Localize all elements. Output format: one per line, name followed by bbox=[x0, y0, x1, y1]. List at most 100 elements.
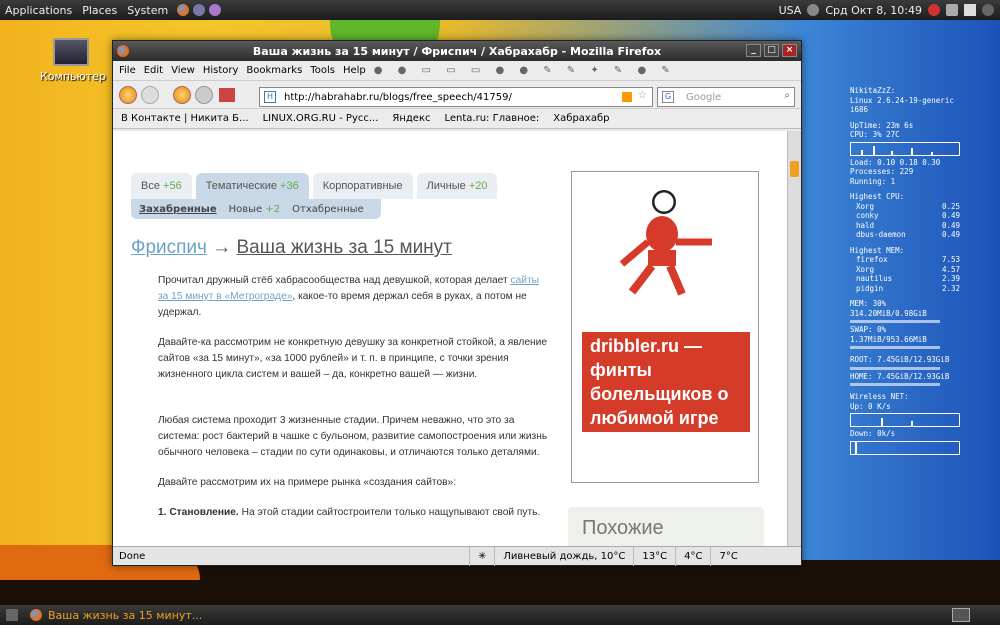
conky-up: Up: 0 K/s bbox=[850, 401, 891, 411]
conky-mem: MEM: 30% 314.20MiB/0.98GiB bbox=[850, 299, 927, 318]
window-titlebar[interactable]: Ваша жизнь за 15 минут / Фриспич / Хабра… bbox=[113, 41, 801, 61]
power-icon[interactable] bbox=[982, 4, 994, 16]
menu-file[interactable]: File bbox=[119, 65, 136, 76]
maximize-button[interactable]: □ bbox=[764, 44, 779, 57]
computer-desktop-icon[interactable]: Компьютер bbox=[40, 38, 106, 83]
weather-day-2[interactable]: 4°C bbox=[675, 546, 710, 566]
page-content: Все +56 Тематические +36 Корпоративные Л… bbox=[113, 131, 789, 548]
conky-host: NikitaZzZ: bbox=[850, 86, 896, 95]
tab-corporate[interactable]: Корпоративные bbox=[312, 173, 413, 199]
swap-bar bbox=[850, 346, 940, 349]
minimize-button[interactable]: _ bbox=[746, 44, 761, 57]
rss-icon[interactable] bbox=[622, 92, 632, 102]
bookmark-yandex[interactable]: Яндекс bbox=[392, 113, 430, 124]
post-title: Фриспич → Ваша жизнь за 15 минут bbox=[131, 237, 452, 259]
search-box[interactable]: G Google ⌕ bbox=[657, 87, 795, 107]
keyboard-layout[interactable]: USA bbox=[779, 4, 802, 17]
subtab-unhabred[interactable]: Отхабренные bbox=[292, 204, 364, 215]
cpu-proc-row: hald 0.49 bbox=[856, 220, 960, 230]
menu-tools[interactable]: Tools bbox=[310, 65, 335, 76]
subtabs: Захабренные Новые +2 Отхабренные bbox=[131, 199, 381, 219]
home-bar bbox=[850, 383, 940, 386]
bookmark-lenta[interactable]: Lenta.ru: Главное: bbox=[444, 113, 539, 124]
addon-toolbar-icons[interactable]: ● ● ▭ ▭ ▭ ● ● ✎ ✎ ✦ ✎ ● ✎ bbox=[374, 65, 676, 76]
workspace-switcher[interactable] bbox=[952, 608, 970, 622]
conky-kernel: Linux 2.6.24-19-generic bbox=[850, 95, 954, 105]
battery-icon[interactable] bbox=[946, 4, 958, 16]
mem-proc-row: pidgin 2.32 bbox=[856, 283, 960, 293]
site-icon: H bbox=[264, 91, 276, 103]
applications-menu[interactable]: Applications bbox=[0, 4, 77, 17]
launcher-icon[interactable] bbox=[193, 4, 206, 16]
clock[interactable]: Срд Окт 8, 10:49 bbox=[825, 4, 922, 17]
show-desktop-icon[interactable] bbox=[6, 609, 18, 621]
signal-icon[interactable] bbox=[964, 4, 976, 16]
mem-proc-row: nautilus 2.39 bbox=[856, 274, 960, 283]
conky-processes: Processes: 229 bbox=[850, 167, 914, 176]
blog-link[interactable]: Фриспич bbox=[131, 237, 207, 258]
search-placeholder: Google bbox=[686, 91, 722, 103]
menu-edit[interactable]: Edit bbox=[144, 65, 163, 76]
close-button[interactable]: × bbox=[782, 44, 797, 57]
menu-history[interactable]: History bbox=[203, 65, 239, 76]
reload-button[interactable] bbox=[173, 85, 191, 104]
tab-personal[interactable]: Личные +20 bbox=[416, 173, 498, 199]
weather-day-3[interactable]: 7°C bbox=[710, 546, 745, 566]
advertisement-banner[interactable]: dribbler.ru — финты болельщиков о любимо… bbox=[571, 171, 759, 483]
status-addon-icon[interactable]: ✳ bbox=[469, 546, 494, 566]
scrollbar-thumb[interactable] bbox=[790, 161, 799, 177]
menu-help[interactable]: Help bbox=[343, 65, 366, 76]
network-icon[interactable] bbox=[807, 4, 820, 16]
bottom-panel: Ваша жизнь за 15 минут... bbox=[0, 605, 1000, 625]
taskbar-item-label: Ваша жизнь за 15 минут... bbox=[48, 608, 203, 622]
paragraph-1: Прочитал дружный стёб хабрасообщества на… bbox=[158, 275, 539, 318]
mem-proc-row: firefox 7.53 bbox=[856, 255, 960, 264]
url-bar[interactable]: H http://habrahabr.ru/blogs/free_speech/… bbox=[259, 87, 653, 107]
places-menu[interactable]: Places bbox=[77, 4, 122, 17]
search-icon[interactable]: ⌕ bbox=[784, 90, 790, 101]
weather-now[interactable]: Ливневый дождь, 10°C bbox=[494, 546, 633, 566]
menu-bookmarks[interactable]: Bookmarks bbox=[246, 65, 302, 76]
subtab-new[interactable]: Новые +2 bbox=[229, 204, 281, 215]
paragraph-2: Давайте-ка рассмотрим не конкретную деву… bbox=[158, 337, 548, 380]
subtab-habred[interactable]: Захабренные bbox=[139, 204, 217, 215]
upload-graph bbox=[850, 413, 960, 427]
similar-posts-box: Похожие bbox=[568, 507, 764, 548]
bookmark-vkontakte[interactable]: В Контакте | Никита Б... bbox=[121, 113, 249, 124]
pidgin-launcher-icon[interactable] bbox=[209, 4, 222, 16]
home-icon[interactable] bbox=[219, 87, 235, 102]
forward-button[interactable] bbox=[141, 85, 159, 104]
status-bar: Done ✳ Ливневый дождь, 10°C 13°C 4°C 7°C bbox=[113, 546, 801, 566]
computer-label: Компьютер bbox=[40, 70, 106, 83]
google-icon[interactable]: G bbox=[662, 91, 674, 103]
post-title-link[interactable]: Ваша жизнь за 15 минут bbox=[237, 237, 452, 258]
stop-button[interactable] bbox=[195, 85, 213, 104]
bookmark-star-icon[interactable]: ☆ bbox=[638, 90, 647, 101]
menu-view[interactable]: View bbox=[171, 65, 195, 76]
conky-arch: i686 bbox=[850, 105, 869, 114]
tab-thematic[interactable]: Тематические +36 bbox=[195, 173, 309, 199]
similar-heading: Похожие bbox=[582, 517, 664, 539]
window-title: Ваша жизнь за 15 минут / Фриспич / Хабра… bbox=[252, 44, 662, 58]
title-arrow: → bbox=[212, 237, 232, 258]
menu-bar: File Edit View History Bookmarks Tools H… bbox=[113, 61, 801, 81]
system-menu[interactable]: System bbox=[122, 4, 173, 17]
firefox-launcher-icon[interactable] bbox=[177, 4, 190, 16]
conky-cpu: CPU: 3% 27C bbox=[850, 130, 900, 139]
vertical-scrollbar[interactable] bbox=[787, 131, 801, 548]
conky-home: HOME: 7.45GiB/12.93GiB bbox=[850, 371, 950, 381]
back-button[interactable] bbox=[119, 85, 137, 104]
bookmark-linux-org-ru[interactable]: LINUX.ORG.RU - Русс... bbox=[263, 113, 379, 124]
conky-highest-mem: Highest MEM: bbox=[850, 245, 905, 255]
firefox-icon bbox=[117, 45, 129, 57]
conky-uptime: UpTime: 23m 6s bbox=[850, 120, 914, 130]
ad-text: dribbler.ru — финты болельщиков о любимо… bbox=[582, 332, 750, 432]
taskbar-firefox-item[interactable]: Ваша жизнь за 15 минут... bbox=[30, 609, 202, 622]
tab-all[interactable]: Все +56 bbox=[131, 173, 192, 199]
bookmark-habrahabr[interactable]: Хабрахабр bbox=[553, 113, 609, 124]
mem-proc-row: Xorg 4.57 bbox=[856, 264, 960, 274]
conky-load: Load: 0.10 0.18 0.30 bbox=[850, 157, 941, 167]
mail-icon[interactable] bbox=[928, 4, 940, 16]
weather-day-1[interactable]: 13°C bbox=[633, 546, 675, 566]
article-body: Прочитал дружный стёб хабрасообщества на… bbox=[158, 273, 548, 535]
